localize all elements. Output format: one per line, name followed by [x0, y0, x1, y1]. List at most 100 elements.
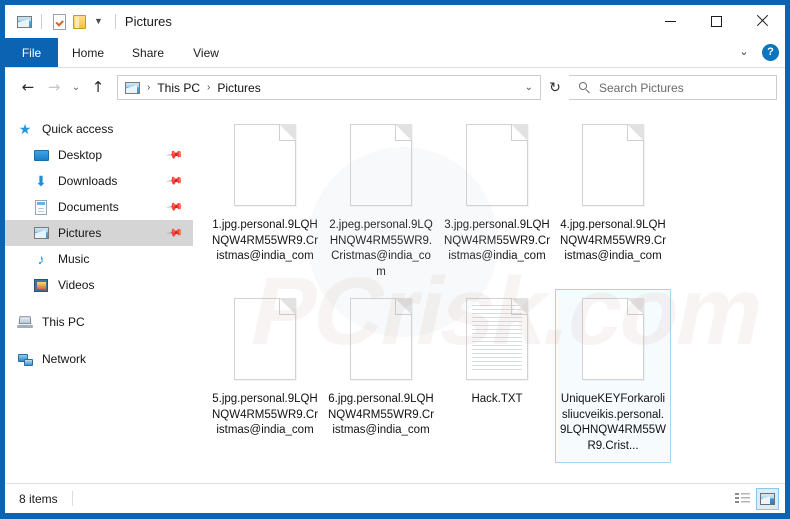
file-item[interactable]: 5.jpg.personal.9LQHNQW4RM55WR9.Cristmas@… — [207, 289, 323, 463]
window-controls — [647, 5, 785, 38]
page-fold-edge — [395, 298, 412, 315]
breadcrumb-pictures[interactable]: Pictures — [217, 81, 260, 95]
title-bar: ▼ Pictures — [5, 5, 785, 38]
pin-icon[interactable]: 📌 — [165, 172, 183, 190]
star-icon: ★ — [18, 121, 32, 137]
pin-icon[interactable]: 📌 — [165, 198, 183, 216]
sidebar-item-this-pc[interactable]: This PC — [5, 309, 193, 335]
up-button[interactable]: ↑ — [85, 75, 111, 101]
blank-file-icon — [350, 298, 412, 380]
file-name-label: Hack.TXT — [471, 393, 523, 405]
search-box[interactable]: Search Pictures — [569, 75, 777, 100]
close-icon — [755, 14, 769, 28]
file-item[interactable]: 4.jpg.personal.9LQHNQW4RM55WR9.Cristmas@… — [555, 115, 671, 289]
pin-icon[interactable]: 📌 — [165, 224, 183, 242]
large-icons-view-button[interactable] — [756, 487, 779, 510]
sidebar-item-label: Documents — [58, 200, 119, 214]
pin-icon[interactable]: 📌 — [165, 146, 183, 164]
tab-view[interactable]: View — [178, 38, 234, 67]
blank-file-icon — [582, 124, 644, 206]
document-check-icon — [52, 13, 66, 30]
navigation-bar: ← → ⌄ ↑ › This PC › Pictures ⌄ ↻ Search … — [5, 68, 785, 107]
pictures-icon — [33, 225, 49, 241]
recent-locations-button[interactable]: ⌄ — [67, 75, 85, 101]
breadcrumb-this-pc[interactable]: This PC — [157, 81, 200, 95]
photo-icon — [16, 15, 32, 28]
blank-file-icon — [350, 124, 412, 206]
arrow-up-icon: ↑ — [91, 78, 105, 96]
window-client-area: ▼ Pictures File Home Share View ⌄ ? ← → … — [5, 5, 785, 513]
file-icon-wrap — [466, 296, 528, 390]
close-button[interactable] — [739, 5, 785, 37]
sidebar-item-videos[interactable]: Videos — [5, 272, 193, 298]
blank-file-icon — [234, 124, 296, 206]
file-icon-wrap — [350, 122, 412, 216]
sidebar-gap-1 — [5, 298, 193, 309]
sidebar-item-downloads[interactable]: ⬇ Downloads 📌 — [5, 168, 193, 194]
sidebar-item-label: Quick access — [42, 122, 114, 136]
address-dropdown-chevron-down-icon[interactable]: ⌄ — [525, 82, 533, 93]
back-button[interactable]: ← — [15, 75, 41, 101]
sidebar-item-label: Videos — [58, 278, 95, 292]
tab-home[interactable]: Home — [58, 38, 118, 67]
file-item[interactable]: 2.jpeg.personal.9LQHNQW4RM55WR9.Cristmas… — [323, 115, 439, 289]
expand-ribbon-chevron-down-icon[interactable]: ⌄ — [734, 47, 754, 58]
file-item[interactable]: Hack.TXT — [439, 289, 555, 463]
file-item[interactable]: 6.jpg.personal.9LQHNQW4RM55WR9.Cristmas@… — [323, 289, 439, 463]
ribbon-right-controls: ⌄ ? — [734, 38, 779, 67]
minimize-button[interactable] — [647, 5, 693, 37]
view-mode-buttons — [731, 487, 779, 510]
blank-file-icon — [466, 124, 528, 206]
thumbnails-icon — [760, 492, 775, 505]
new-folder-button[interactable] — [69, 12, 89, 32]
page-fold-edge — [511, 298, 528, 315]
arrow-left-icon: ← — [21, 78, 35, 96]
file-item[interactable]: 3.jpg.personal.9LQHNQW4RM55WR9.Cristmas@… — [439, 115, 555, 289]
explorer-window: ▼ Pictures File Home Share View ⌄ ? ← → … — [0, 0, 790, 519]
search-input[interactable]: Search Pictures — [599, 81, 684, 95]
address-bar[interactable]: › This PC › Pictures ⌄ — [117, 75, 541, 100]
refresh-icon: ↻ — [549, 79, 561, 95]
tab-share[interactable]: Share — [118, 38, 178, 67]
this-pc-icon — [17, 314, 33, 330]
explorer-photo-icon[interactable] — [14, 12, 34, 32]
sidebar-item-label: This PC — [42, 315, 85, 329]
file-item-selected[interactable]: UniqueKEYForkarolisliucveikis.personal.9… — [555, 289, 671, 463]
sidebar-item-label: Music — [58, 252, 90, 266]
navigation-pane: ★ Quick access Desktop 📌 ⬇ Downloads 📌 D… — [5, 107, 193, 475]
sidebar-item-pictures[interactable]: Pictures 📌 — [5, 220, 193, 246]
properties-button[interactable] — [49, 12, 69, 32]
tab-file[interactable]: File — [5, 38, 58, 67]
file-list-pane[interactable]: PCrisk.com 1.jpg.personal.9LQHNQW4RM55WR… — [193, 107, 785, 475]
page-fold-edge — [395, 124, 412, 141]
sidebar-item-label: Pictures — [58, 226, 102, 240]
sidebar-item-desktop[interactable]: Desktop 📌 — [5, 142, 193, 168]
network-icon — [17, 351, 33, 367]
file-item[interactable]: 1.jpg.personal.9LQHNQW4RM55WR9.Cristmas@… — [207, 115, 323, 289]
page-fold-edge — [279, 124, 296, 141]
sidebar-item-quick-access[interactable]: ★ Quick access — [5, 116, 193, 142]
details-view-button[interactable] — [731, 488, 754, 510]
window-title: Pictures — [124, 14, 172, 29]
search-icon — [579, 82, 590, 93]
page-fold-edge — [279, 298, 296, 315]
qat-separator-1 — [41, 14, 42, 29]
help-button[interactable]: ? — [762, 44, 779, 61]
forward-button[interactable]: → — [41, 75, 67, 101]
item-count-label: 8 items — [19, 491, 58, 506]
text-file-icon — [466, 298, 528, 380]
documents-icon — [33, 199, 49, 215]
sidebar-item-network[interactable]: Network — [5, 346, 193, 372]
sidebar-item-music[interactable]: ♪ Music — [5, 246, 193, 272]
file-icon-wrap — [234, 296, 296, 390]
refresh-button[interactable]: ↻ — [541, 75, 569, 100]
arrow-right-icon: → — [47, 78, 61, 96]
desktop-icon — [33, 147, 49, 163]
details-icon — [735, 492, 750, 505]
sidebar-item-documents[interactable]: Documents 📌 — [5, 194, 193, 220]
maximize-icon — [710, 15, 722, 27]
customize-qat-icon[interactable]: ▼ — [89, 17, 108, 26]
status-bar: 8 items — [5, 483, 785, 513]
maximize-button[interactable] — [693, 5, 739, 37]
music-icon: ♪ — [37, 251, 45, 267]
